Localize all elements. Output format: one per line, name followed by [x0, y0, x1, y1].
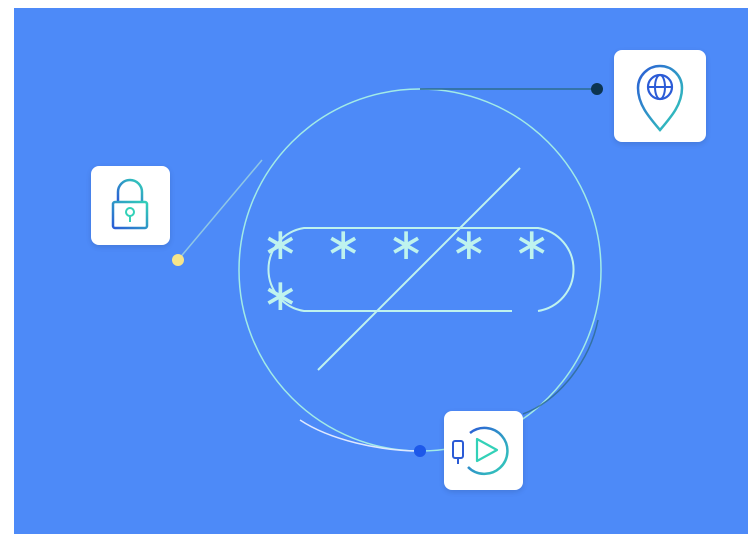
connector-dot-navy [591, 83, 603, 95]
connector-dot-blue [414, 445, 426, 457]
lock-card [91, 166, 170, 245]
location-globe-icon [636, 64, 684, 132]
connector-dot-yellow [172, 254, 184, 266]
mobile-play-icon [452, 426, 509, 476]
player-connector-line [299, 419, 421, 452]
lock-icon [111, 178, 149, 230]
strike-through-line [317, 167, 521, 371]
outline-circle [238, 88, 602, 452]
location-card [614, 50, 706, 142]
player-connector-line-right [522, 319, 599, 415]
player-card [444, 411, 523, 490]
password-field-outline [267, 227, 575, 312]
illustration: ∗ ∗ ∗ ∗ ∗ ∗ [0, 0, 748, 534]
